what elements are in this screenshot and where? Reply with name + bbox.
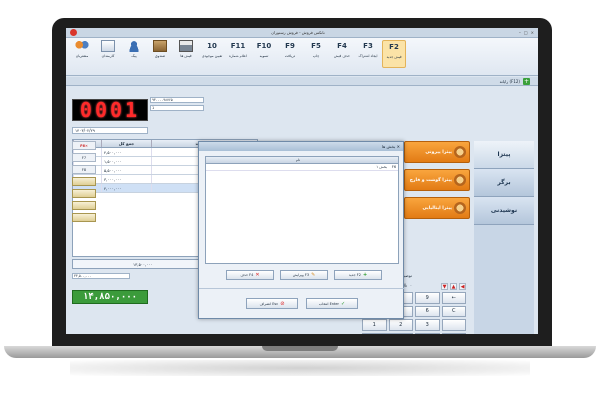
numpad-dot[interactable]: . — [415, 332, 440, 334]
order-number-display: 0001 — [72, 98, 148, 122]
dialog-title: بخش ها ✕ — [381, 144, 400, 149]
dialog-footer: انصراف Esc ⊘ انتخاب Enter ✓ — [199, 288, 405, 318]
grid-side-actions: F6 ✕ F7 F8 — [72, 139, 96, 257]
settle-icon: F10 — [256, 42, 272, 50]
pizza-icon — [454, 146, 466, 158]
pizza-icon — [454, 202, 466, 214]
employees-button[interactable]: کارمندان — [96, 40, 120, 68]
pencil-icon: ✎ — [311, 272, 316, 278]
laptop-notch — [262, 346, 338, 351]
pizza-icon — [454, 174, 466, 186]
receive-button[interactable]: F9 دریافت — [278, 40, 302, 68]
set-stock-button[interactable]: 10 تعیین موجودی — [200, 40, 224, 68]
category-burger[interactable]: برگر — [474, 169, 534, 197]
phone-field[interactable]: ۹۳۰۰۰۰۹۸۷۶۵ — [150, 97, 204, 103]
window-title: نانکس فروش - فروش رستوران — [271, 30, 325, 35]
product-meat-mushroom-pizza[interactable]: پیتزا گوشت و قارچ — [404, 169, 470, 191]
courier-icon — [127, 40, 141, 52]
f8-button[interactable]: F8 — [72, 165, 96, 174]
side-tool-button-4[interactable] — [72, 213, 96, 222]
cashbox-button[interactable]: صندوق — [148, 40, 172, 68]
numpad-key[interactable]: 2 — [388, 319, 413, 331]
customers-button[interactable]: مشتریان — [70, 40, 94, 68]
receive-icon: F9 — [285, 42, 295, 50]
maximize-icon[interactable]: □ — [524, 30, 528, 35]
dialog-cancel-button[interactable]: انصراف Esc ⊘ — [246, 298, 298, 309]
receipts-icon — [179, 40, 193, 52]
category-drinks[interactable]: نوشیدنی — [474, 197, 534, 225]
secondary-toolbar: رایانه (F12) + — [66, 77, 538, 86]
print-icon: F5 — [311, 42, 321, 50]
plus-icon: + — [362, 272, 368, 278]
settle-button[interactable]: F10 تسویه — [252, 40, 276, 68]
order-fields: ۹۳۰۰۰۰۹۸۷۶۵ 1 — [150, 97, 204, 137]
grid-header-total: جمع کل — [101, 140, 151, 147]
computer-label: رایانه (F12) — [499, 78, 520, 84]
customers-icon — [75, 40, 89, 52]
product-pepperoni-pizza[interactable]: پیتزا پپرونی — [404, 141, 470, 163]
laptop-shadow — [70, 360, 530, 376]
dialog-close-icon[interactable]: ✕ — [397, 144, 400, 149]
delete-receipt-button[interactable]: F4 حذف فیش — [330, 40, 354, 68]
dialog-titlebar: بخش ها ✕ — [199, 142, 403, 151]
list-item[interactable]: بخش ۱ F6 — [206, 164, 398, 171]
side-tool-button-2[interactable] — [72, 189, 96, 198]
set-stock-icon: 10 — [207, 42, 217, 50]
window-titlebar: نانکس فروش - فروش رستوران – □ × — [66, 28, 538, 38]
dialog-select-button[interactable]: انتخاب Enter ✓ — [306, 298, 358, 309]
grid-sum: ۱۳,۵۰۰,۰۰۰ — [133, 261, 153, 267]
sections-dialog: بخش ها ✕ نام بخش ۱ F6 حذف F4 ✕ ویرایش F3 ✎… — [198, 141, 405, 319]
numpad-key[interactable]: 3 — [415, 319, 440, 331]
close-x-icon[interactable]: × — [531, 30, 534, 35]
numpad-key[interactable] — [441, 319, 466, 331]
numpad-zero[interactable]: 0 — [362, 332, 413, 334]
date-field[interactable]: ۱۴۰۳/۰۲/۲۹ — [72, 127, 148, 134]
dialog-list-actions: حذف F4 ✕ ویرایش F3 ✎ جدید F2 + — [219, 270, 389, 280]
new-receipt-button[interactable]: F2 فیش جدید — [382, 40, 406, 68]
categories-panel: پیتزا برگر نوشیدنی — [474, 141, 534, 334]
announce-number-button[interactable]: F11 اعلام شماره — [226, 40, 250, 68]
tax-value: ۳۳,۵۰۰,۰۰۰ — [72, 273, 130, 279]
receipts-button[interactable]: فیش ها — [174, 40, 198, 68]
numpad-key[interactable]: 6 — [415, 305, 440, 317]
dialog-delete-button[interactable]: حذف F4 ✕ — [226, 270, 274, 280]
courier-button[interactable]: پیک — [122, 40, 146, 68]
create-subscription-button[interactable]: F3 ایجاد اشتراک — [356, 40, 380, 68]
cashbox-icon — [153, 40, 167, 52]
category-pizza[interactable]: پیتزا — [474, 141, 534, 169]
numpad-key[interactable]: 1 — [362, 319, 387, 331]
dialog-list-header: نام — [206, 157, 398, 164]
f6-delete-button[interactable]: F6 ✕ — [72, 141, 96, 150]
delete-x-icon: ✕ — [255, 272, 260, 278]
cancel-icon: ⊘ — [280, 300, 285, 307]
minimize-icon[interactable]: – — [519, 30, 521, 35]
numpad-clear[interactable]: C — [441, 305, 466, 317]
announce-number-icon: F11 — [230, 42, 246, 50]
window-close-icon[interactable] — [70, 29, 77, 36]
count-field[interactable]: 1 — [150, 105, 204, 111]
payable-total: ۱۴,۸۵۰,۰۰۰ — [72, 290, 148, 304]
dialog-column-name: نام — [295, 158, 301, 162]
add-icon[interactable]: + — [523, 77, 530, 85]
window-controls: – □ × — [519, 30, 534, 35]
dialog-new-button[interactable]: جدید F2 + — [334, 270, 382, 280]
ribbon-toolbar: مشتریان کارمندان پیک صندوق فیش ها 10 تعی… — [66, 38, 538, 76]
dialog-list: نام بخش ۱ F6 — [205, 156, 399, 264]
new-receipt-icon: F2 — [389, 43, 399, 51]
f7-button[interactable]: F7 — [72, 153, 96, 162]
app-screen: نانکس فروش - فروش رستوران – □ × مشتریان … — [66, 28, 538, 334]
dialog-edit-button[interactable]: ویرایش F3 ✎ — [280, 270, 328, 280]
delete-receipt-icon: F4 — [337, 42, 347, 50]
main-area: رایانه (F12) + 0001 ۹۳۰۰۰۰۹۸۷۶۵ 1 ۱۴۰۳/۰… — [66, 77, 538, 334]
products-panel: پیتزا پپرونی پیتزا گوشت و قارچ پیتزا ایت… — [404, 141, 470, 301]
side-tool-button-3[interactable] — [72, 201, 96, 210]
create-subscription-icon: F3 — [363, 42, 373, 50]
product-italian-pizza[interactable]: پیتزا ایتالیایی — [404, 197, 470, 219]
print-button[interactable]: F5 چاپ — [304, 40, 328, 68]
numpad-key[interactable] — [441, 332, 466, 334]
check-icon: ✓ — [340, 300, 346, 307]
ribbon-reports-group: مشتریان کارمندان پیک صندوق فیش ها 10 تعی… — [70, 40, 406, 73]
side-tool-button-1[interactable] — [72, 177, 96, 186]
employees-icon — [101, 40, 115, 52]
